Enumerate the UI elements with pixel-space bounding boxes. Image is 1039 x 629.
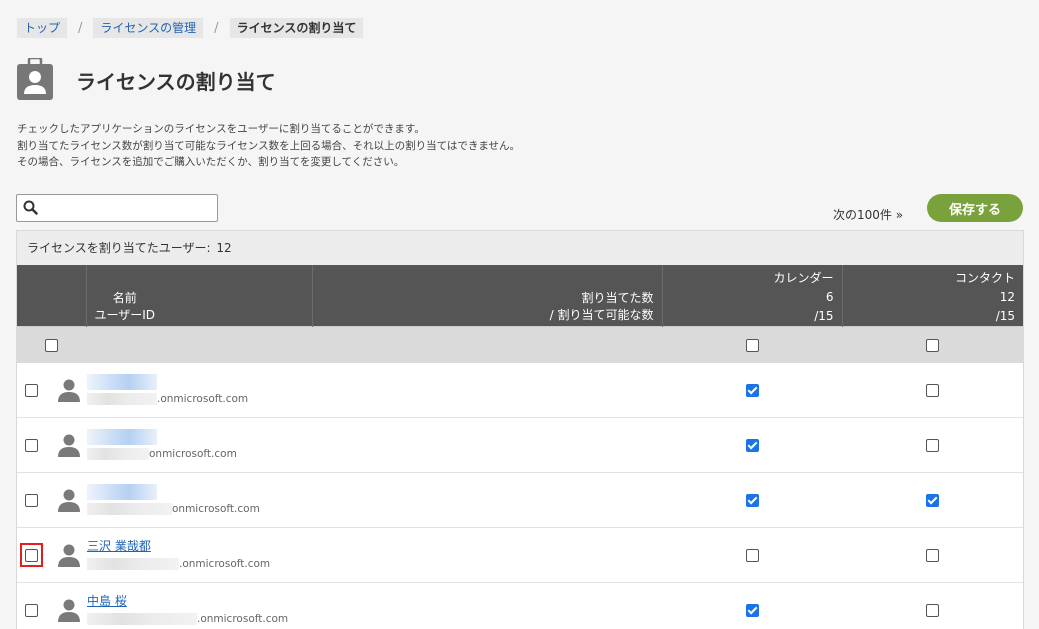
contact-license-checkbox[interactable] bbox=[926, 604, 939, 617]
calendar-license-checkbox[interactable] bbox=[746, 439, 759, 452]
save-button[interactable]: 保存する bbox=[927, 194, 1023, 222]
row-select-checkbox[interactable] bbox=[25, 494, 38, 507]
app-name-contact: コンタクト bbox=[955, 269, 1015, 288]
user-avatar-icon bbox=[56, 487, 82, 513]
breadcrumb-separator: / bbox=[78, 21, 82, 36]
user-id: .onmicrosoft.com bbox=[87, 556, 311, 572]
table-row: onmicrosoft.com bbox=[17, 418, 1023, 473]
column-header-available-label: / 割り当て可能な数 bbox=[550, 307, 654, 324]
user-avatar-icon bbox=[56, 597, 82, 623]
table-row: .onmicrosoft.com bbox=[17, 363, 1023, 418]
user-name-link[interactable] bbox=[87, 483, 311, 499]
user-id: .onmicrosoft.com bbox=[87, 611, 311, 627]
breadcrumb-top-link[interactable]: トップ bbox=[17, 18, 67, 38]
user-name-link[interactable] bbox=[87, 373, 311, 389]
description: チェックしたアプリケーションのライセンスをユーザーに割り当てることができます。 … bbox=[17, 121, 520, 171]
search-box[interactable] bbox=[16, 194, 218, 222]
search-icon bbox=[23, 200, 38, 215]
breadcrumb-current: ライセンスの割り当て bbox=[230, 18, 364, 38]
user-name-link[interactable]: 中島 桜 bbox=[87, 593, 311, 609]
contact-license-checkbox[interactable] bbox=[926, 494, 939, 507]
column-header-userid-label: ユーザーID bbox=[95, 307, 156, 324]
select-all-row bbox=[17, 327, 1023, 364]
column-header-contact: コンタクト 12 /15 bbox=[842, 265, 1023, 327]
description-line: その場合、ライセンスを追加でご購入いただくか、割り当てを変更してください。 bbox=[17, 154, 520, 171]
badge-user-icon bbox=[17, 58, 53, 100]
user-avatar-icon bbox=[56, 377, 82, 403]
breadcrumb-license-mgmt-link[interactable]: ライセンスの管理 bbox=[93, 18, 203, 38]
user-id-domain: .onmicrosoft.com bbox=[157, 393, 248, 405]
next-page-link[interactable]: 次の100件 » bbox=[833, 206, 903, 223]
assigned-user-count: ライセンスを割り当てたユーザー: 12 bbox=[17, 231, 1023, 265]
row-select-checkbox[interactable] bbox=[25, 604, 38, 617]
search-input[interactable] bbox=[45, 198, 214, 218]
user-avatar-icon bbox=[56, 542, 82, 568]
user-id: onmicrosoft.com bbox=[87, 501, 311, 517]
app-total-calendar: /15 bbox=[773, 307, 833, 326]
user-id-domain: .onmicrosoft.com bbox=[197, 613, 288, 625]
column-header-calendar: カレンダー 6 /15 bbox=[662, 265, 842, 327]
user-id-domain: onmicrosoft.com bbox=[149, 448, 237, 460]
redacted-name bbox=[87, 374, 157, 390]
app-assigned-contact: 12 bbox=[955, 288, 1015, 307]
calendar-license-checkbox[interactable] bbox=[746, 549, 759, 562]
row-select-checkbox[interactable] bbox=[25, 439, 38, 452]
app-name-calendar: カレンダー bbox=[773, 269, 833, 288]
table-header-row: 名前 ユーザーID 割り当てた数 / 割り当て可能な数 bbox=[17, 265, 1023, 327]
page-title: ライセンスの割り当て bbox=[76, 66, 276, 95]
description-line: 割り当てたライセンス数が割り当て可能なライセンス数を上回る場合、それ以上の割り当… bbox=[17, 138, 520, 155]
redacted-name bbox=[87, 484, 157, 500]
user-id: .onmicrosoft.com bbox=[87, 391, 311, 407]
user-name-link[interactable] bbox=[87, 428, 311, 444]
select-all-checkbox[interactable] bbox=[45, 339, 58, 352]
app-assigned-calendar: 6 bbox=[773, 288, 833, 307]
assigned-user-count-label: ライセンスを割り当てたユーザー: bbox=[27, 241, 211, 255]
table-row: onmicrosoft.com bbox=[17, 473, 1023, 528]
description-line: チェックしたアプリケーションのライセンスをユーザーに割り当てることができます。 bbox=[17, 121, 520, 138]
redacted-name bbox=[87, 429, 157, 445]
license-table: 名前 ユーザーID 割り当てた数 / 割り当て可能な数 bbox=[17, 265, 1023, 629]
breadcrumb: トップ / ライセンスの管理 / ライセンスの割り当て bbox=[17, 18, 363, 38]
contact-license-checkbox[interactable] bbox=[926, 439, 939, 452]
breadcrumb-separator: / bbox=[214, 21, 218, 36]
table-row: 三沢 業哉都 .onmicrosoft.com bbox=[17, 528, 1023, 583]
user-id-domain: .onmicrosoft.com bbox=[179, 558, 270, 570]
row-select-checkbox[interactable] bbox=[25, 384, 38, 397]
app-total-contact: /15 bbox=[955, 307, 1015, 326]
license-table-panel: ライセンスを割り当てたユーザー: 12 名前 ユーザーID bbox=[16, 230, 1024, 629]
select-all-contact-checkbox[interactable] bbox=[926, 339, 939, 352]
calendar-license-checkbox[interactable] bbox=[746, 604, 759, 617]
column-header-name: 名前 ユーザーID bbox=[86, 265, 312, 327]
select-all-calendar-checkbox[interactable] bbox=[746, 339, 759, 352]
user-id-domain: onmicrosoft.com bbox=[172, 503, 260, 515]
column-header-name-label: 名前 bbox=[95, 290, 156, 307]
assigned-user-count-value: 12 bbox=[216, 241, 231, 255]
calendar-license-checkbox[interactable] bbox=[746, 384, 759, 397]
row-select-checkbox[interactable] bbox=[25, 549, 38, 562]
table-row: 中島 桜 .onmicrosoft.com bbox=[17, 583, 1023, 629]
user-id: onmicrosoft.com bbox=[87, 446, 311, 462]
calendar-license-checkbox[interactable] bbox=[746, 494, 759, 507]
user-name-link[interactable]: 三沢 業哉都 bbox=[87, 538, 311, 554]
user-avatar-icon bbox=[56, 432, 82, 458]
contact-license-checkbox[interactable] bbox=[926, 384, 939, 397]
contact-license-checkbox[interactable] bbox=[926, 549, 939, 562]
column-header-assigned-label: 割り当てた数 bbox=[550, 290, 654, 307]
highlight-box bbox=[25, 548, 38, 562]
column-header-count: 割り当てた数 / 割り当て可能な数 bbox=[312, 265, 662, 327]
